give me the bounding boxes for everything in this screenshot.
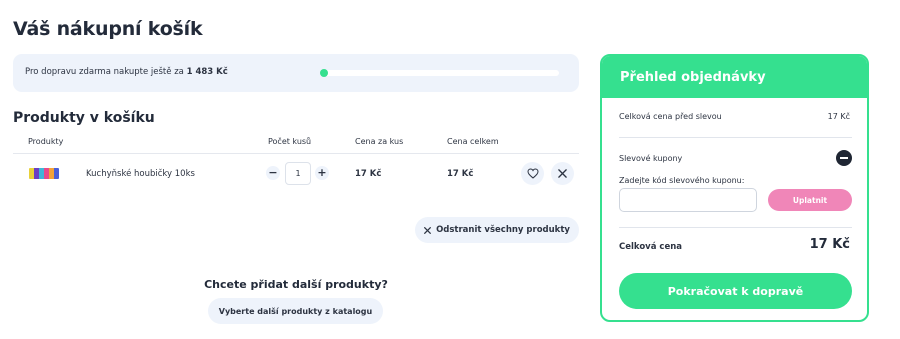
free-shipping-banner: Pro dopravu zdarma nakupte ještě za 1 48…: [13, 54, 579, 92]
add-to-favorites-button[interactable]: [521, 162, 544, 185]
free-shipping-progress: [320, 69, 559, 77]
free-shipping-text: Pro dopravu zdarma nakupte ještě za 1 48…: [25, 67, 228, 77]
product-name-link[interactable]: Kuchyňské houbičky 10ks: [86, 169, 195, 179]
unit-price: 17 Kč: [355, 169, 382, 179]
order-summary-panel: Přehled objednávky Celková cena před sle…: [600, 54, 869, 322]
remove-all-label: Odstranit všechny produkty: [436, 225, 570, 235]
progress-dot: [320, 69, 328, 77]
coupon-code-prompt: Zadejte kód slevového kuponu:: [619, 176, 745, 185]
summary-divider: [619, 137, 852, 138]
heart-icon: [526, 168, 539, 179]
continue-to-shipping-button[interactable]: Pokračovat k dopravě: [619, 273, 852, 309]
total-price-value: 17 Kč: [809, 237, 850, 252]
collapse-coupons-button[interactable]: [836, 150, 852, 166]
column-unit-price: Cena za kus: [355, 137, 404, 146]
browse-catalog-button[interactable]: Vyberte další produkty z katalogu: [208, 298, 383, 324]
free-shipping-remaining: 1 483 Kč: [186, 67, 228, 77]
page-title: Váš nákupní košík: [13, 18, 203, 40]
row-total-price: 17 Kč: [447, 169, 474, 179]
product-thumbnail[interactable]: [29, 168, 59, 179]
remove-all-products-button[interactable]: Odstranit všechny produkty: [415, 217, 579, 243]
discount-coupons-label: Slevové kupony: [619, 154, 683, 163]
free-shipping-message: Pro dopravu zdarma nakupte ještě za: [25, 67, 184, 77]
column-products: Produkty: [28, 137, 64, 146]
cart-section-title: Produkty v košíku: [13, 110, 155, 126]
close-icon: [558, 169, 567, 178]
summary-divider: [619, 227, 852, 228]
total-price-label: Celková cena: [619, 242, 683, 252]
column-total-price: Cena celkem: [447, 137, 499, 146]
column-quantity: Počet kusů: [268, 137, 312, 146]
close-icon: [424, 226, 431, 234]
quantity-input[interactable]: 1: [285, 162, 311, 185]
add-more-question: Chcete přidat další produkty?: [204, 278, 388, 291]
minus-icon: [840, 157, 848, 159]
quantity-decrease-button[interactable]: −: [266, 166, 280, 180]
price-before-discount-label: Celková cena před slevou: [619, 112, 722, 121]
order-summary-title: Přehled objednávky: [620, 70, 766, 85]
apply-coupon-button[interactable]: Uplatnit: [768, 189, 852, 211]
coupon-code-input[interactable]: [619, 188, 757, 212]
price-before-discount-value: 17 Kč: [827, 112, 850, 121]
cart-row: Kuchyňské houbičky 10ks − 1 + 17 Kč 17 K…: [0, 154, 580, 194]
remove-item-button[interactable]: [551, 162, 574, 185]
thumb-stripe: [54, 168, 59, 179]
quantity-increase-button[interactable]: +: [315, 166, 329, 180]
order-summary-header: Přehled objednávky: [602, 56, 867, 98]
